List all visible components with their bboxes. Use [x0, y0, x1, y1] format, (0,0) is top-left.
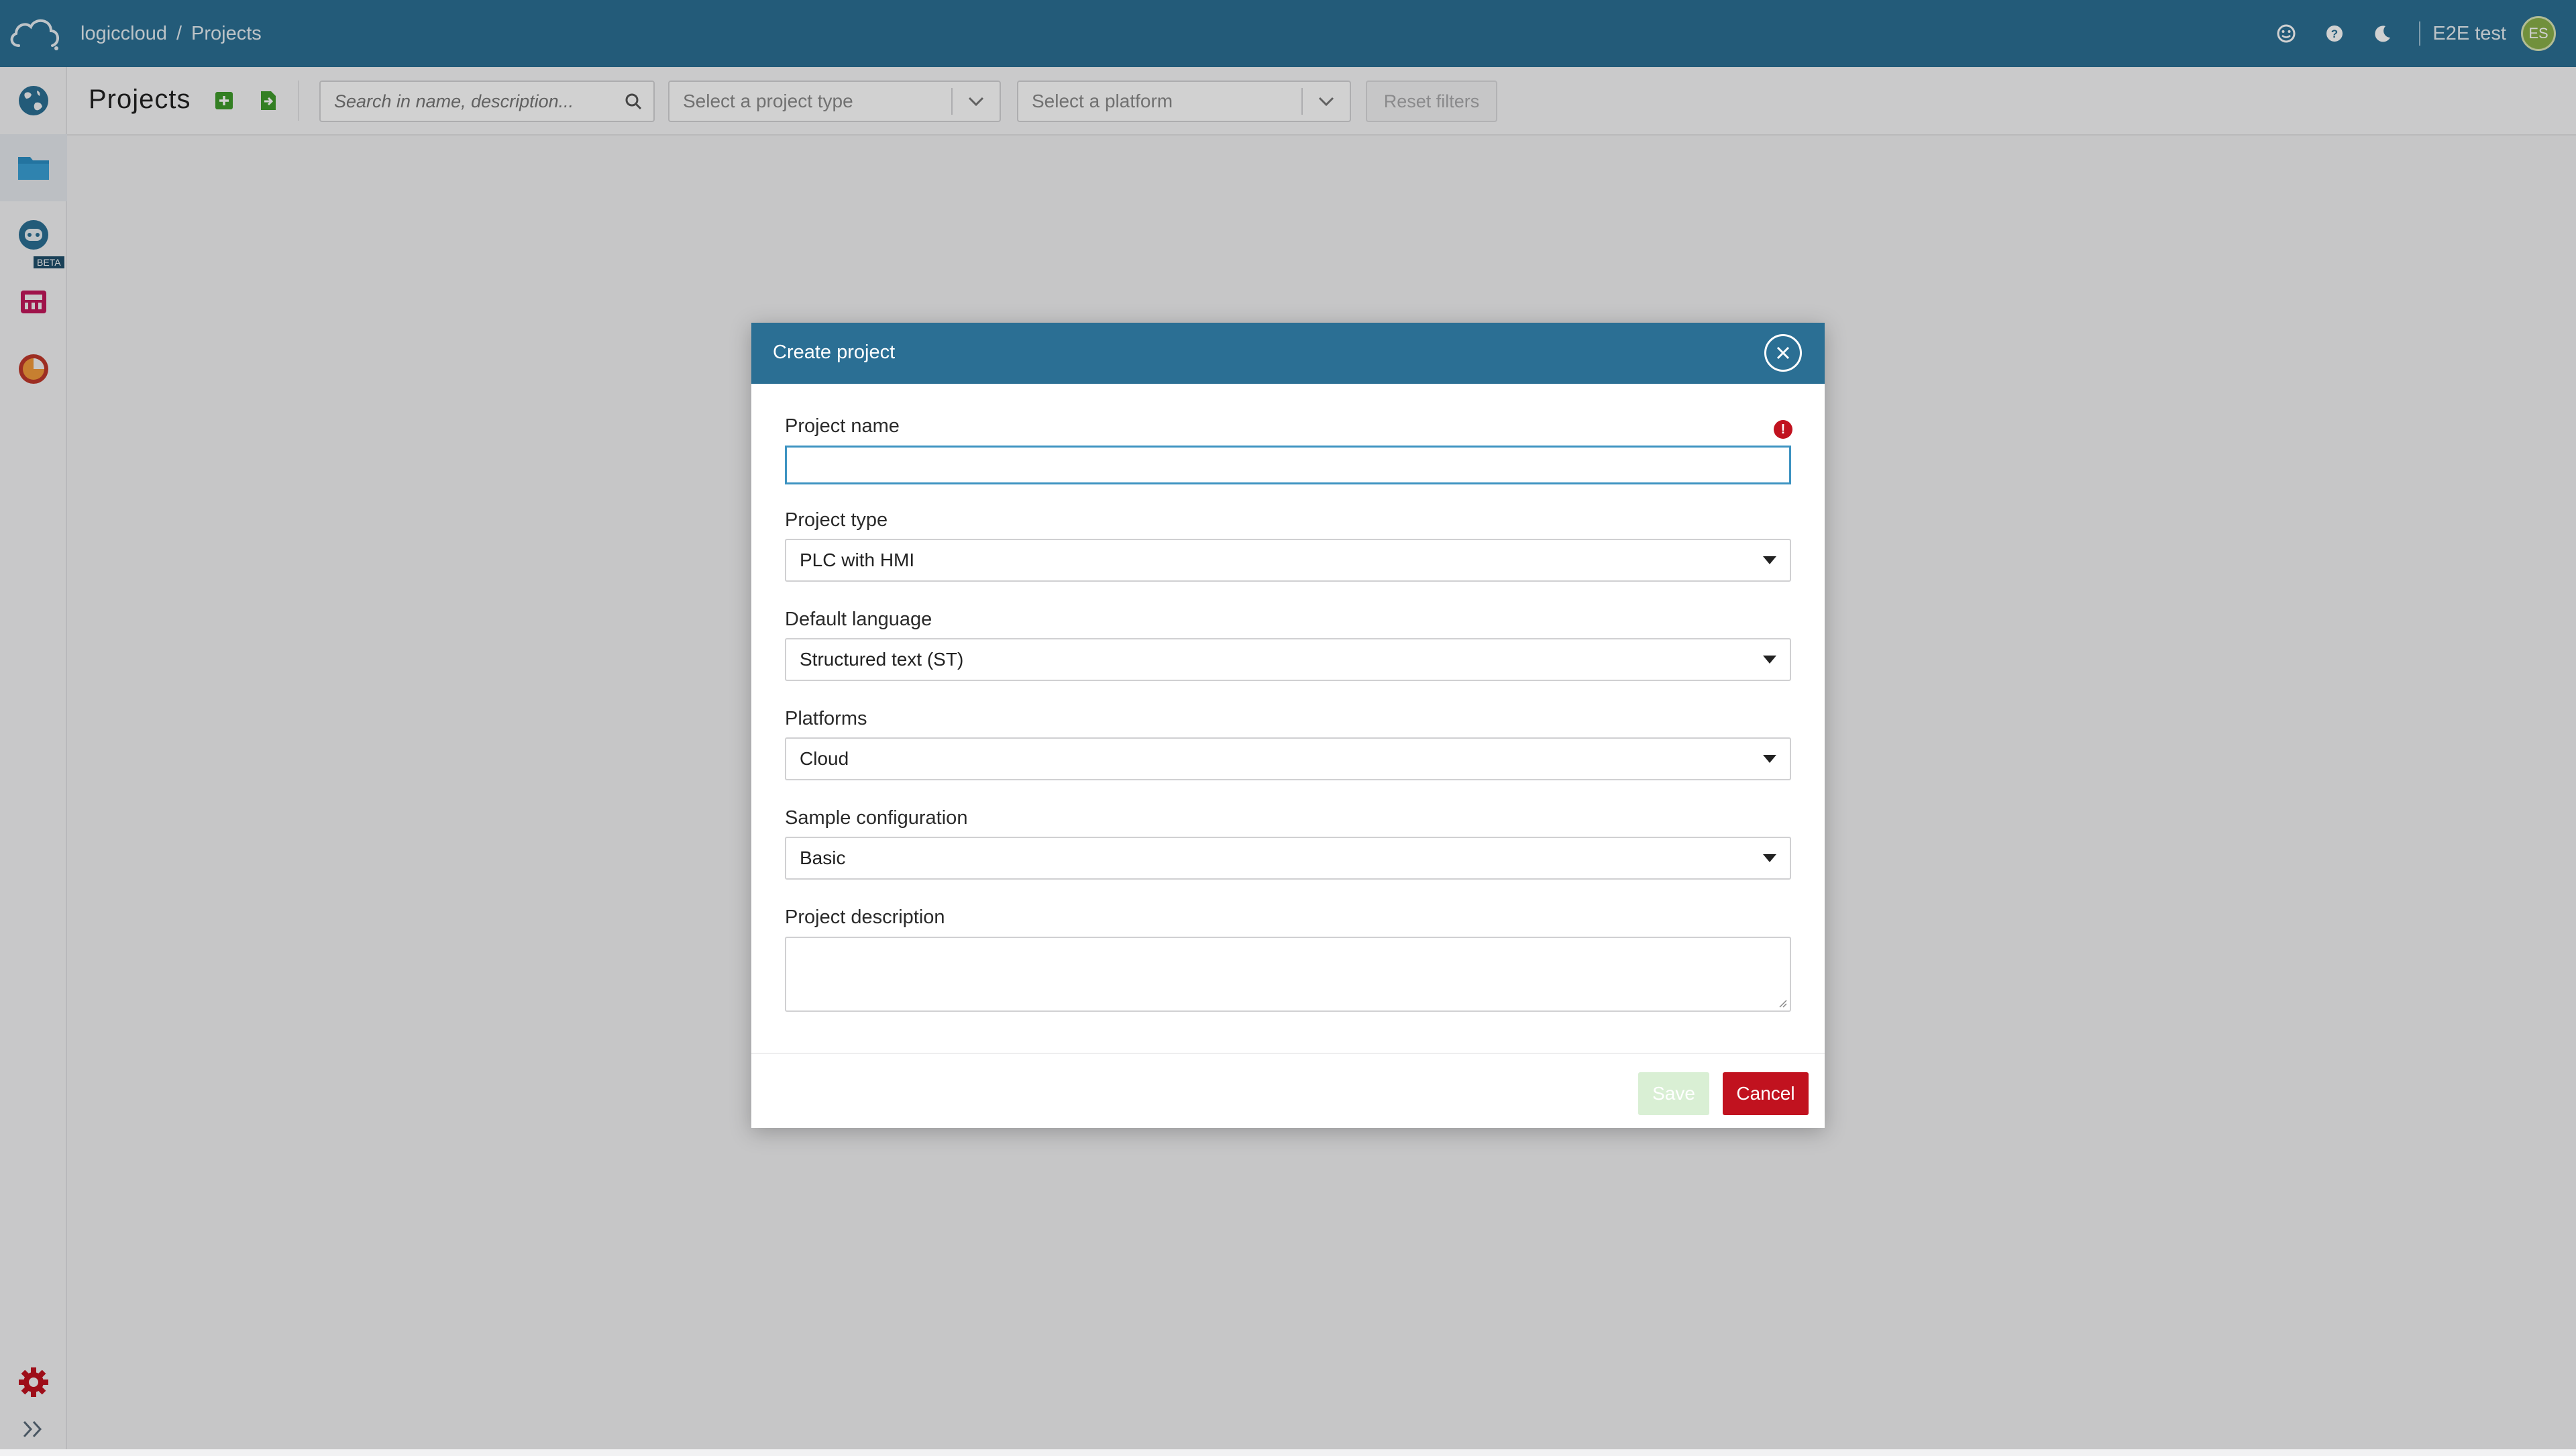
save-button[interactable]: Save — [1638, 1072, 1709, 1115]
platforms-value: Cloud — [800, 748, 849, 769]
project-description-label: Project description — [785, 906, 945, 928]
caret-down-icon — [1750, 854, 1790, 862]
caret-down-icon — [1750, 755, 1790, 763]
default-language-value: Structured text (ST) — [800, 649, 964, 670]
default-language-label: Default language — [785, 609, 932, 630]
dialog-footer-divider — [751, 1053, 1825, 1054]
project-name-label: Project name — [785, 415, 900, 437]
error-icon: ! — [1774, 420, 1792, 439]
project-type-value: PLC with HMI — [800, 550, 915, 570]
create-project-dialog: Create project Project name ! Project ty… — [751, 323, 1825, 1128]
caret-down-icon — [1750, 556, 1790, 564]
project-type-select[interactable]: PLC with HMI — [785, 539, 1791, 582]
sample-configuration-label: Sample configuration — [785, 807, 968, 829]
cancel-button[interactable]: Cancel — [1723, 1072, 1809, 1115]
project-name-input[interactable] — [785, 446, 1791, 484]
project-description-textarea[interactable] — [785, 937, 1791, 1012]
sample-configuration-value: Basic — [800, 847, 846, 868]
default-language-select[interactable]: Structured text (ST) — [785, 638, 1791, 681]
project-type-label: Project type — [785, 509, 888, 531]
dialog-title: Create project — [773, 342, 896, 363]
resize-handle-icon[interactable] — [1776, 997, 1787, 1008]
sample-configuration-select[interactable]: Basic — [785, 837, 1791, 880]
caret-down-icon — [1750, 656, 1790, 664]
dialog-header: Create project — [751, 323, 1825, 384]
close-dialog-button[interactable] — [1764, 334, 1802, 372]
close-icon — [1776, 346, 1790, 360]
platforms-label: Platforms — [785, 708, 867, 729]
platforms-select[interactable]: Cloud — [785, 737, 1791, 780]
